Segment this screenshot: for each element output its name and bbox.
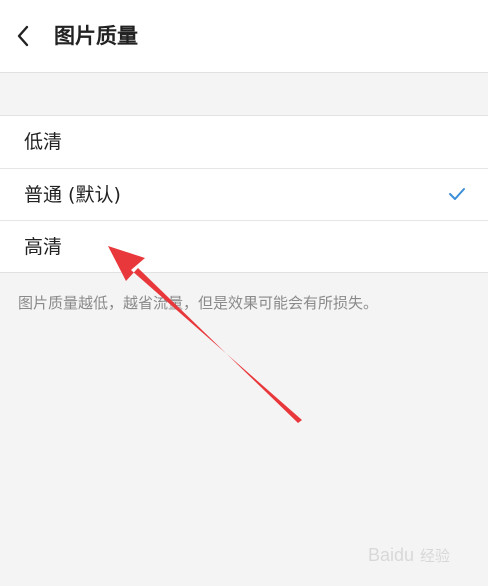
screen: 图片质量 低清 普通 (默认) 高清 图片质量越低，越省流量，但是效果可能会有所… — [0, 0, 488, 586]
option-label: 高清 — [24, 236, 63, 258]
page-title: 图片质量 — [54, 24, 138, 48]
option-low[interactable]: 低清 — [0, 116, 488, 168]
option-label: 低清 — [24, 131, 63, 153]
option-label: 普通 (默认) — [24, 184, 121, 206]
svg-text:经验: 经验 — [420, 548, 450, 565]
header-bar: 图片质量 — [0, 0, 488, 73]
option-high[interactable]: 高清 — [0, 220, 488, 272]
quality-option-list: 低清 普通 (默认) 高清 — [0, 115, 488, 273]
back-button[interactable] — [8, 20, 38, 52]
check-icon — [449, 188, 465, 200]
quality-note: 图片质量越低，越省流量，但是效果可能会有所损失。 — [18, 294, 379, 312]
chevron-left-icon — [17, 25, 29, 47]
option-normal[interactable]: 普通 (默认) — [0, 168, 488, 220]
svg-text:Baidu: Baidu — [368, 545, 414, 565]
baidu-watermark-logo: Baidu 经验 — [368, 545, 450, 565]
